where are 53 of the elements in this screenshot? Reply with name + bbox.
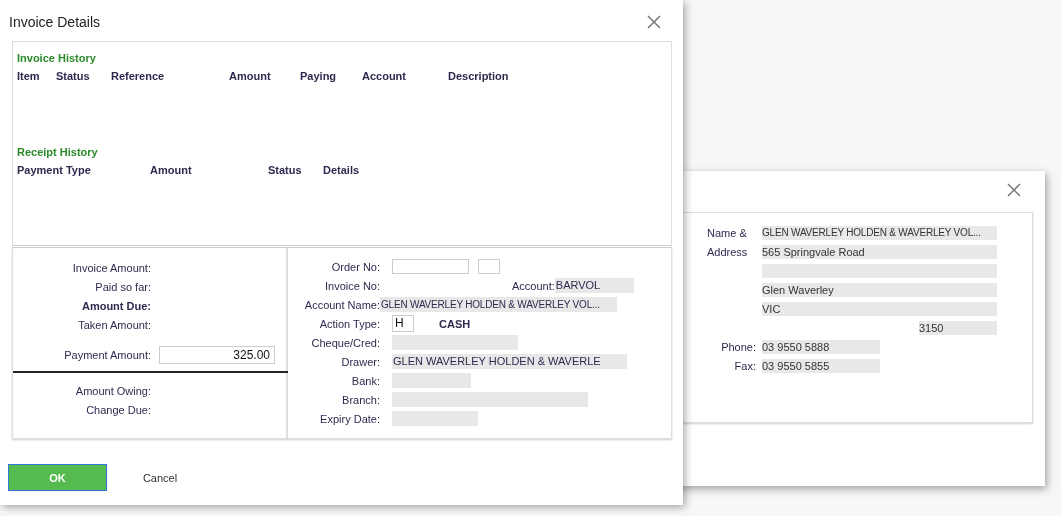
close-icon[interactable]: [1007, 183, 1021, 197]
field-label: Order No:: [330, 260, 380, 273]
action-type-field[interactable]: H: [392, 315, 414, 332]
account-name-field[interactable]: GLEN WAVERLEY HOLDEN & WAVERLEY VOL...: [380, 297, 617, 312]
field-label: Account:: [512, 279, 555, 292]
field-label: Invoice No:: [323, 279, 380, 292]
section-title: Receipt History: [17, 146, 98, 158]
section-title: Invoice History: [17, 52, 96, 64]
field-label: Drawer:: [340, 355, 380, 368]
column-header: Details: [323, 164, 361, 176]
text-field[interactable]: VIC: [762, 301, 997, 316]
field-label: Address: [707, 245, 749, 258]
account-field[interactable]: BARVOL: [554, 278, 634, 293]
field-label: Taken Amount:: [77, 318, 151, 331]
payment-amount-field[interactable]: 325.00: [159, 345, 275, 364]
field-label: Expiry Date:: [319, 412, 380, 425]
column-header: Status: [56, 70, 91, 82]
text-field[interactable]: 03 9550 5888: [762, 339, 880, 354]
action-type-text: CASH: [439, 317, 471, 330]
text-field[interactable]: 565 Springvale Road: [762, 244, 997, 259]
order-number-field[interactable]: [392, 259, 469, 274]
field-label: Amount Owing:: [74, 384, 151, 397]
close-icon[interactable]: [647, 15, 661, 29]
column-header: Amount: [229, 70, 272, 82]
cancel-button[interactable]: Cancel: [136, 465, 184, 490]
field-label: Paid so far:: [94, 280, 151, 293]
column-header: Payment Type: [17, 164, 92, 176]
column-header: Account: [362, 70, 407, 82]
text-field[interactable]: 3150: [919, 320, 997, 335]
column-header: Paying: [300, 70, 338, 82]
column-header: Reference: [111, 70, 166, 82]
field-label: Name &: [707, 226, 748, 239]
field-label: Fax:: [733, 359, 756, 372]
text-field[interactable]: [478, 259, 500, 274]
field-label: Branch:: [341, 393, 380, 406]
field-label: Invoice Amount:: [71, 261, 151, 274]
column-header: Item: [17, 70, 41, 82]
field-label: Amount Due:: [80, 299, 151, 312]
text-field[interactable]: GLEN WAVERLEY HOLDEN & WAVERLE: [392, 354, 627, 369]
text-field[interactable]: GLEN WAVERLEY HOLDEN & WAVERLEY VOL...: [762, 225, 997, 240]
field-label: Change Due:: [85, 403, 151, 416]
dialog-title: Invoice Details: [9, 14, 101, 30]
field-label: Phone:: [720, 340, 756, 353]
field-label: Bank:: [350, 374, 380, 387]
field-label: Payment Amount:: [63, 348, 151, 361]
column-header: Status: [268, 164, 303, 176]
text-field[interactable]: Glen Waverley: [762, 282, 997, 297]
field-label: Account Name:: [303, 298, 380, 311]
text-field[interactable]: 03 9550 5855: [762, 358, 880, 373]
field-label: Cheque/Cred:: [310, 336, 380, 349]
column-header: Amount: [150, 164, 193, 176]
field-label: Action Type:: [318, 317, 380, 330]
column-header: Description: [448, 70, 510, 82]
